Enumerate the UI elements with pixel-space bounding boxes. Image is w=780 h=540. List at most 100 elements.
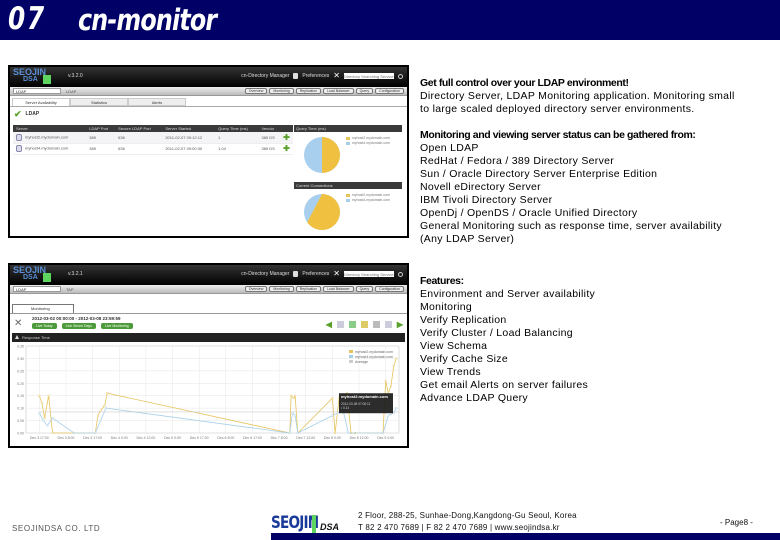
footer-company: SEOJINDSA CO. LTD (12, 524, 101, 533)
nav-overview[interactable]: Overview (244, 286, 268, 292)
legend-swatch (349, 360, 353, 363)
plus-icon[interactable]: ✚ (283, 133, 290, 142)
nav-query[interactable]: Query (355, 88, 374, 94)
nav-overview[interactable]: Overview (244, 88, 268, 94)
data-point (96, 414, 100, 417)
footer-bar (271, 533, 780, 540)
server-icon (16, 133, 22, 141)
data-point (387, 414, 390, 417)
x-tick-label: Dec 8 0:00 (324, 436, 341, 440)
tools-icon[interactable]: ✕ (333, 270, 340, 278)
data-point (336, 411, 339, 415)
tab-alerts[interactable]: Alerts (128, 98, 186, 106)
feature-item: View Trends (420, 366, 481, 378)
data-point (293, 394, 297, 397)
feature-item: Verify Replication (420, 314, 507, 326)
area-chart-icon[interactable] (360, 321, 368, 328)
server-name[interactable]: myhost2.mydomain.com (25, 134, 68, 139)
server-type-select[interactable]: LDAP (13, 286, 61, 292)
live-seven-days-button[interactable]: Live Seven Days (61, 323, 96, 329)
query-time-pie (304, 137, 340, 173)
search-icon[interactable] (398, 73, 403, 79)
feature-item: Advance LDAP Query (420, 392, 528, 404)
nav-configuration[interactable]: Configuration (375, 286, 404, 292)
table-row[interactable]: myhost4.mydomain.com 389 636 2011-02-07 … (13, 143, 293, 155)
col-ldap-port[interactable]: LDAP Port (86, 125, 116, 132)
plus-icon[interactable]: ✚ (283, 144, 290, 153)
source-item: IBM Tivoli Directory Server (420, 194, 553, 206)
col-started[interactable]: Server Started (162, 125, 216, 132)
tab-server-availability[interactable]: Server Availability (12, 98, 70, 106)
manager-link[interactable]: cn-Directory Manager (241, 73, 289, 79)
nav-replication[interactable]: Replication (295, 286, 322, 292)
nav-configuration[interactable]: Configuration (375, 88, 404, 94)
data-point (51, 416, 54, 420)
x-tick-label: Dec 3 17:00 (83, 436, 102, 440)
x-tick-label: Dec 9 0:00 (377, 436, 394, 440)
table-row[interactable]: myhost2.mydomain.com 389 636 2011-02-07 … (13, 132, 293, 144)
source-item: OpenDj / OpenDS / Oracle Unified Directo… (420, 207, 638, 219)
server-name[interactable]: myhost4.mydomain.com (25, 146, 68, 151)
source-item: General Monitoring such as response time… (420, 220, 722, 232)
pie-legend: myhost2.mydomain.com myhost4.mydomain.co… (346, 136, 390, 146)
tools-icon[interactable]: ✕ (333, 72, 340, 80)
logo-subtext: DSA (23, 76, 38, 83)
nav-load-balancer[interactable]: Load Balancer (323, 286, 354, 292)
zoom-in-icon[interactable] (384, 321, 392, 328)
data-point (331, 414, 334, 417)
col-secure-port[interactable]: Secure LDAP Port (115, 125, 163, 132)
arrow-left-icon[interactable]: ◀ (326, 321, 332, 329)
zoom-out-icon[interactable] (336, 321, 344, 328)
features-section: Features: Environment and Server availab… (420, 275, 595, 405)
lock-icon (293, 271, 299, 277)
data-point (51, 431, 54, 435)
data-point (46, 424, 49, 427)
intro-heading: Get full control over your LDAP environm… (420, 77, 629, 89)
nav-replication[interactable]: Replication (295, 88, 322, 94)
legend-swatch (349, 350, 353, 353)
manager-link[interactable]: cn-Directory Manager (241, 271, 289, 277)
tab-monitoring[interactable]: Monitoring (12, 304, 74, 313)
query-time: 1.04 (215, 143, 259, 155)
tooltip-value: • 0.14 (341, 406, 349, 410)
x-tick-label: Dec 6 8:00 (217, 436, 234, 440)
legend-label: myhost2.mydomain.com (355, 350, 393, 354)
live-monitoring-button[interactable]: Live Monitoring (100, 323, 133, 329)
arrow-right-icon[interactable]: ▶ (397, 321, 403, 329)
data-point (47, 394, 50, 397)
x-tick-label: Dec 8 12:00 (350, 436, 369, 440)
logo-square (43, 75, 51, 84)
app-logo: SEOJIN DSA (13, 266, 46, 282)
tab-statistics[interactable]: Statistics (70, 98, 128, 106)
col-vendor[interactable]: Vendor (258, 125, 281, 132)
search-input[interactable] (344, 73, 394, 79)
col-query-time[interactable]: Query Time (ms) (215, 125, 259, 132)
sources-heading: Monitoring and viewing server status can… (420, 129, 696, 141)
nav-monitoring[interactable]: Monitoring (269, 88, 294, 94)
server-type-select[interactable]: LDAP (13, 88, 61, 94)
source-item: Open LDAP (420, 142, 479, 154)
nav-load-balancer[interactable]: Load Balancer (323, 88, 354, 94)
query-time-pie-panel: Query Time (ms) myhost2.mydomain.com myh… (294, 125, 402, 176)
server-table: Server LDAP Port Secure LDAP Port Server… (13, 125, 293, 155)
preferences-link[interactable]: Preferences (302, 73, 329, 79)
live-today-button[interactable]: Live Today (32, 323, 57, 329)
data-point (392, 411, 395, 415)
preferences-link[interactable]: Preferences (302, 271, 329, 277)
app-header: SEOJIN DSA v.3.2.0 cn-Directory Manager … (10, 67, 407, 87)
section-number: 07 (8, 1, 46, 37)
nav-monitoring[interactable]: Monitoring (269, 286, 294, 292)
intro-section: Get full control over your LDAP environm… (420, 77, 735, 116)
data-point (104, 406, 108, 410)
secure-port: 636 (115, 132, 163, 144)
nav-query[interactable]: Query (355, 286, 374, 292)
tooltip-host: myhost2.mydomain.com (341, 394, 388, 399)
bar-chart-icon[interactable] (372, 321, 380, 328)
search-icon[interactable] (398, 271, 403, 277)
pie-legend: myhost2.mydomain.com myhost4.mydomain.co… (346, 193, 390, 203)
col-server[interactable]: Server (13, 125, 87, 132)
footer-address: 2 Floor, 288-25, Sunhae-Dong,Kangdong-Gu… (358, 511, 577, 520)
x-tick-label: Dec 4 12:00 (136, 436, 155, 440)
search-input[interactable] (344, 271, 394, 277)
list-icon[interactable] (348, 321, 356, 328)
